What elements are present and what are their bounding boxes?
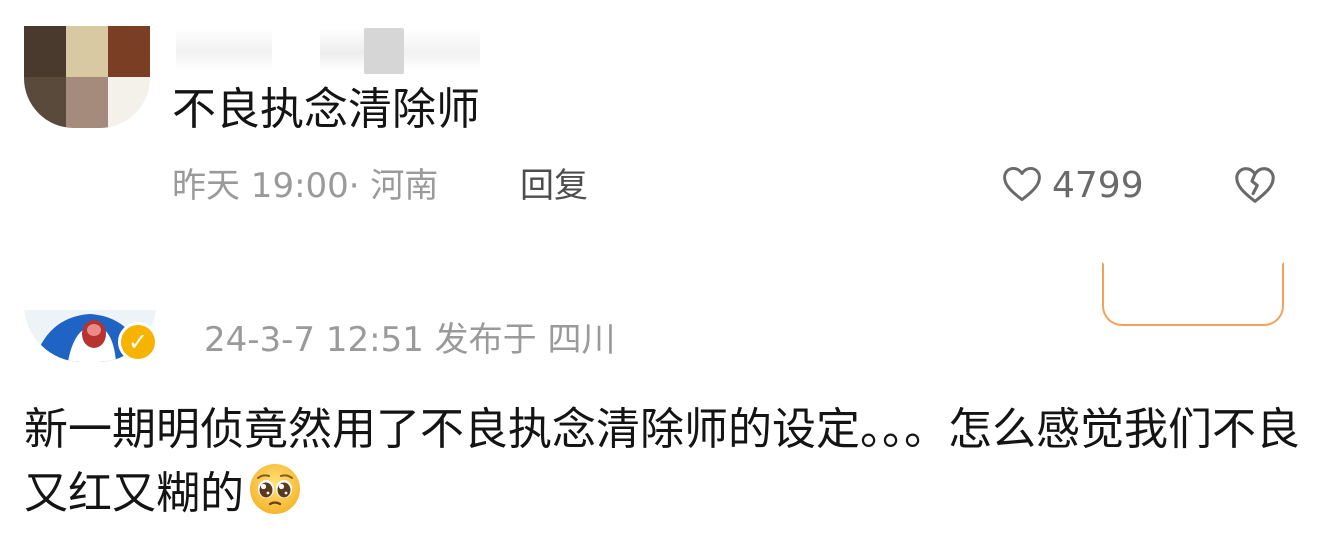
username-redacted: [320, 28, 364, 70]
avatar-pixel: [108, 77, 150, 128]
dislike-button[interactable]: [1232, 162, 1278, 212]
username-redacted: [176, 28, 272, 70]
username-redacted: [364, 28, 404, 74]
pleading-face-emoji: [248, 462, 302, 534]
avatar-pixel: [24, 77, 66, 128]
reply-button[interactable]: 回复: [520, 160, 588, 212]
post-time-location: 24-3-7 12:51 发布于 四川: [204, 320, 616, 360]
avatar-pixel: [108, 26, 150, 77]
broken-heart-icon: [1232, 167, 1278, 212]
post-text-content: 新一期明侦竟然用了不良执念清除师的设定。。。怎么感觉我们不良又红又糊的: [24, 404, 1300, 519]
post-text: 新一期明侦竟然用了不良执念清除师的设定。。。怎么感觉我们不良又红又糊的: [24, 398, 1316, 534]
follow-button[interactable]: [1102, 262, 1284, 326]
avatar-pixel: [24, 26, 66, 77]
heart-outline-icon: [1000, 162, 1044, 210]
avatar[interactable]: [24, 26, 150, 128]
like-count: 4799: [1052, 165, 1144, 206]
username-redacted: [404, 28, 480, 70]
avatar-pixel: [66, 26, 108, 77]
like-button[interactable]: 4799: [1000, 162, 1144, 210]
comment-time-location: 昨天 19:00· 河南: [172, 166, 439, 206]
verified-v-icon: ✓: [118, 322, 158, 362]
avatar-pixel: [66, 77, 108, 128]
comment-text: 不良执念清除师: [172, 84, 480, 135]
